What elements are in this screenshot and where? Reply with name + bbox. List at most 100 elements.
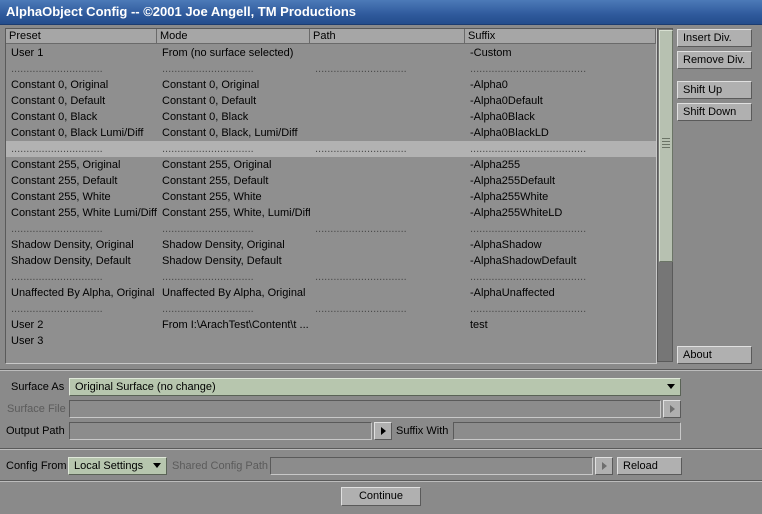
path-cell: [310, 45, 465, 61]
suffix-cell: -Alpha0Default: [470, 95, 543, 107]
suffix-cell: ......................................: [470, 303, 587, 315]
divider-row[interactable]: ........................................…: [6, 301, 656, 317]
path-cell: [310, 285, 465, 301]
table-row[interactable]: Constant 255, White Lumi/Diff Constant 25…: [6, 205, 656, 221]
table-row[interactable]: Constant 255, Original Constant 255, Orig…: [6, 157, 656, 173]
table-row[interactable]: User 3: [6, 333, 656, 349]
path-cell: [310, 93, 465, 109]
table-row[interactable]: Shadow Density, Default Shadow Density, D…: [6, 253, 656, 269]
path-cell: [310, 317, 465, 333]
table-row[interactable]: Constant 255, Default Constant 255, Defau…: [6, 173, 656, 189]
preset-cell: User 2: [11, 319, 44, 331]
list-scrollbar[interactable]: [657, 28, 673, 362]
chevron-down-icon: [667, 384, 675, 389]
table-row[interactable]: Constant 0, Original Constant 0, Original…: [6, 77, 656, 93]
mode-cell: Constant 0, Black, Lumi/Diff: [162, 127, 298, 139]
preset-cell: ..............................: [11, 63, 103, 75]
title-bar: AlphaObject Config -- ©2001 Joe Angell, …: [0, 0, 762, 25]
preset-list[interactable]: Preset Mode Path Suffix User 1 From (no s…: [5, 28, 657, 364]
suffix-cell: -Alpha0: [470, 79, 508, 91]
mode-cell: Constant 255, White: [162, 191, 262, 203]
insert-div-button[interactable]: Insert Div.: [677, 29, 752, 47]
output-path-label: Output Path: [6, 425, 65, 437]
surface-as-dropdown[interactable]: Original Surface (no change): [69, 378, 681, 396]
table-row[interactable]: User 1 From (no surface selected) -Custom: [6, 45, 656, 61]
table-row[interactable]: Unaffected By Alpha, Original Unaffected …: [6, 285, 656, 301]
suffix-cell: -Alpha255Default: [470, 175, 556, 187]
table-row[interactable]: Shadow Density, Original Shadow Density, …: [6, 237, 656, 253]
preset-cell: ..............................: [11, 271, 103, 283]
shift-up-button[interactable]: Shift Up: [677, 81, 752, 99]
mode-cell: Unaffected By Alpha, Original: [162, 287, 306, 299]
path-cell: [310, 109, 465, 125]
column-header-preset[interactable]: Preset: [6, 29, 157, 43]
suffix-cell: ......................................: [470, 223, 587, 235]
divider-row[interactable]: ........................................…: [6, 61, 656, 77]
suffix-cell: -Alpha255: [470, 159, 521, 171]
suffix-cell: -Alpha255White: [470, 191, 549, 203]
output-path-field[interactable]: [69, 422, 372, 440]
continue-button[interactable]: Continue: [341, 487, 421, 506]
shared-config-browse-button: [595, 457, 613, 475]
suffix-cell: -AlphaShadowDefault: [470, 255, 577, 267]
preset-cell: Constant 0, Black: [11, 111, 98, 123]
suffix-cell: -AlphaShadow: [470, 239, 542, 251]
suffix-with-label: Suffix With: [396, 425, 449, 437]
divider-row[interactable]: ........................................…: [6, 221, 656, 237]
divider: [0, 369, 762, 371]
preset-cell: User 1: [11, 47, 44, 59]
output-path-browse-button[interactable]: [374, 422, 392, 440]
preset-cell: Constant 255, White: [11, 191, 111, 203]
table-row[interactable]: Constant 255, White Constant 255, White -A…: [6, 189, 656, 205]
path-cell: [310, 77, 465, 93]
mode-cell: From (no surface selected): [162, 47, 294, 59]
preset-cell: Constant 255, Original: [11, 159, 121, 171]
config-from-value: Local Settings: [74, 460, 144, 472]
mode-cell: ..............................: [162, 143, 254, 155]
path-cell: [310, 189, 465, 205]
shared-config-path-label: Shared Config Path: [172, 460, 269, 472]
surface-file-label: Surface File: [7, 403, 66, 415]
play-arrow-icon: [381, 427, 386, 435]
preset-cell: Unaffected By Alpha, Original: [11, 287, 155, 299]
column-header-suffix[interactable]: Suffix: [465, 29, 656, 43]
divider: [0, 448, 762, 450]
table-row[interactable]: Constant 0, Black Constant 0, Black -Alpha…: [6, 109, 656, 125]
preset-cell: Constant 0, Black Lumi/Diff: [11, 127, 144, 139]
shift-down-button[interactable]: Shift Down: [677, 103, 752, 121]
table-row[interactable]: Constant 0, Default Constant 0, Default -A…: [6, 93, 656, 109]
preset-cell: Shadow Density, Default: [11, 255, 131, 267]
chevron-down-icon: [153, 463, 161, 468]
reload-button[interactable]: Reload: [617, 457, 682, 475]
surface-file-field: [69, 400, 661, 418]
mode-cell: Constant 0, Original: [162, 79, 260, 91]
suffix-cell: [465, 333, 656, 349]
suffix-cell: ......................................: [470, 271, 587, 283]
mode-cell: ..............................: [162, 271, 254, 283]
surface-as-label: Surface As: [11, 381, 65, 393]
table-row[interactable]: Constant 0, Black Lumi/Diff Constant 0, B…: [6, 125, 656, 141]
path-cell: [310, 125, 465, 141]
dialog-body: Preset Mode Path Suffix User 1 From (no s…: [0, 25, 762, 514]
mode-cell: Shadow Density, Default: [162, 255, 282, 267]
divider-row[interactable]: ........................................…: [6, 141, 656, 157]
about-button[interactable]: About: [677, 346, 752, 364]
column-header-path[interactable]: Path: [310, 29, 465, 43]
divider-row[interactable]: ........................................…: [6, 269, 656, 285]
remove-div-button[interactable]: Remove Div.: [677, 51, 752, 69]
mode-cell: ..............................: [162, 303, 254, 315]
scrollbar-thumb[interactable]: [659, 30, 673, 262]
path-cell: [310, 253, 465, 269]
mode-cell: Constant 0, Default: [162, 95, 257, 107]
grip-line: [662, 144, 670, 145]
grip-line: [662, 138, 670, 139]
mode-cell: Constant 255, Default: [162, 175, 269, 187]
table-row[interactable]: User 2 From I:\ArachTest\Content\t ... tes…: [6, 317, 656, 333]
path-cell: ..............................: [315, 223, 407, 235]
suffix-cell: ......................................: [470, 143, 587, 155]
config-from-dropdown[interactable]: Local Settings: [68, 457, 167, 475]
suffix-cell: -Alpha0BlackLD: [470, 127, 549, 139]
column-header-mode[interactable]: Mode: [157, 29, 310, 43]
suffix-with-field[interactable]: [453, 422, 681, 440]
suffix-cell: -Alpha255WhiteLD: [470, 207, 563, 219]
